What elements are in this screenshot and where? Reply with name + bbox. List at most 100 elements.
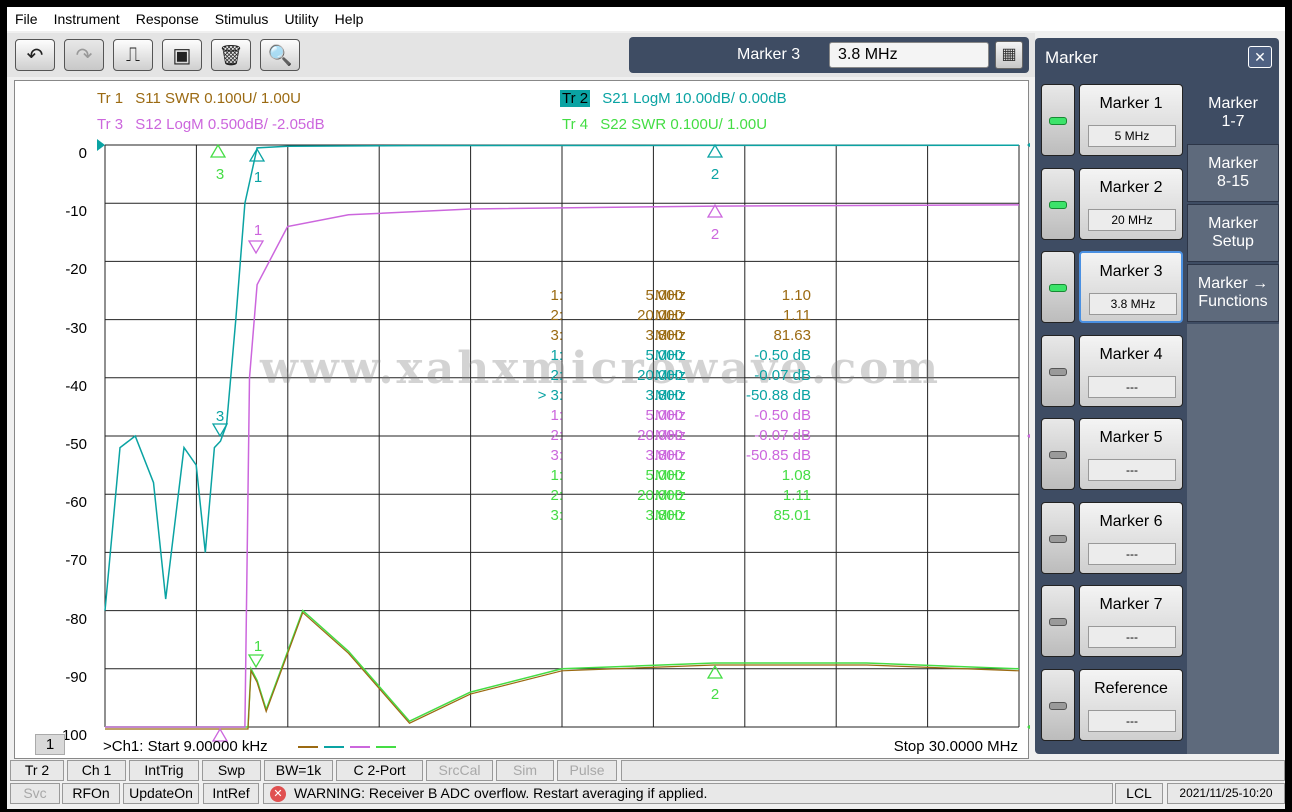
marker-readout-unit: MHz <box>655 507 686 524</box>
trace-4-header[interactable]: Tr 4 S22 SWR 0.100U/ 1.00U <box>562 116 767 133</box>
marker-readout-unit: MHz <box>655 447 686 464</box>
close-icon[interactable]: ✕ <box>1248 46 1272 68</box>
warning-text: WARNING: Receiver B ADC overflow. Restar… <box>294 785 708 801</box>
menu-file[interactable]: File <box>7 7 46 31</box>
marker-button-2[interactable]: Marker 2 20 MHz <box>1079 167 1183 240</box>
add-marker-button[interactable]: ⎍ <box>113 39 153 71</box>
status-button[interactable]: UpdateOn <box>123 783 199 804</box>
menu-help[interactable]: Help <box>327 7 372 31</box>
status-button[interactable]: Swp <box>202 760 261 781</box>
marker-button-4[interactable]: Marker 4 --- <box>1079 334 1183 407</box>
marker-entry-input[interactable]: 3.8 MHz <box>829 42 989 68</box>
marker-readout-val: 1.11 <box>782 307 811 324</box>
status-button[interactable]: RFOn <box>62 783 120 804</box>
marker-toggle-6[interactable] <box>1041 501 1075 574</box>
status-button[interactable]: C 2-Port <box>336 760 423 781</box>
marker-button-value: --- <box>1088 542 1176 565</box>
marker-readout-idx: 1: <box>550 347 563 364</box>
marker-toggle-5[interactable] <box>1041 418 1075 490</box>
zoom-button[interactable]: 🔍 <box>260 39 300 71</box>
tab-marker-4[interactable]: Marker → Functions <box>1187 264 1279 322</box>
marker-button-value: 5 MHz <box>1088 125 1176 147</box>
y-tick-label: -30 <box>65 319 87 337</box>
tab-marker-1[interactable]: Marker 1-7 <box>1187 84 1279 142</box>
marker-2-icon <box>706 143 724 158</box>
menu-stimulus[interactable]: Stimulus <box>207 7 277 31</box>
marker-readout-val: 1.10 <box>781 287 811 304</box>
status-button[interactable]: Pulse <box>557 760 617 781</box>
trace-2-header[interactable]: Tr 2 S21 LogM 10.00dB/ 0.00dB <box>560 90 787 107</box>
marker-readout-idx: 1: <box>550 407 563 424</box>
status-button[interactable]: Tr 2 <box>10 760 64 781</box>
trash-button[interactable]: 🗑 <box>211 39 251 71</box>
sweep-stop: Stop 30.0000 MHz <box>893 738 1018 755</box>
tab-marker-2[interactable]: Marker 8-15 <box>1187 144 1279 202</box>
marker-readout-idx: 1: <box>550 467 563 484</box>
status-bar-1: Tr 2 Ch 1 IntTrig Swp BW=1k C 2-Port SrcCal Sim… <box>7 759 1285 781</box>
marker-readout-row: 3: 3.800 MHz -50.85 dB <box>515 447 825 467</box>
marker-readout-row: > 3: 3.800 MHz -50.88 dB <box>515 387 825 407</box>
marker-number-label: 3 <box>216 408 224 425</box>
led-indicator-icon <box>1049 117 1067 125</box>
trace-3-header[interactable]: Tr 3 S12 LogM 0.500dB/ -2.05dB <box>97 116 325 133</box>
marker-toggle-7[interactable] <box>1041 585 1075 657</box>
marker-readout-row: 2: 20.000 MHz -0.07 dB <box>515 427 825 447</box>
marker-readout-idx: 2: <box>550 427 563 444</box>
marker-button-3[interactable]: Marker 3 3.8 MHz <box>1079 251 1183 323</box>
marker-toggle-8[interactable] <box>1041 668 1075 741</box>
marker-readout-idx: 2: <box>550 367 563 384</box>
toolbar: ↶ ↷ ⎍ ▣ 🗑 🔍 Marker 3 3.8 MHz ▦ <box>7 33 1035 77</box>
status-button[interactable]: SrcCal <box>426 760 493 781</box>
lcl-indicator[interactable]: LCL <box>1115 783 1163 804</box>
marker-number-label: 1 <box>254 638 262 655</box>
marker-readout-unit: MHz <box>655 407 686 424</box>
marker-readout-row: 2: 20.000 MHz 1.11 <box>515 307 825 327</box>
menu-response[interactable]: Response <box>128 7 207 31</box>
legend-tr4 <box>376 746 396 748</box>
marker-readout-row: 1: 5.000 MHz -0.50 dB <box>515 407 825 427</box>
keypad-icon[interactable]: ▦ <box>995 41 1023 69</box>
y-tick-label: -20 <box>65 261 87 279</box>
status-button[interactable]: BW=1k <box>264 760 333 781</box>
marker-readout-idx: 3: <box>550 447 563 464</box>
menu-utility[interactable]: Utility <box>276 7 326 31</box>
marker-button-7[interactable]: Marker 7 --- <box>1079 585 1183 657</box>
marker-panel: Marker ✕ Marker 15 MHz Marker 2 20 MHz Mark… <box>1035 38 1279 754</box>
status-button[interactable]: Ch 1 <box>67 760 126 781</box>
marker-button-8[interactable]: Reference --- <box>1079 668 1183 741</box>
undo-button[interactable]: ↶ <box>15 39 55 71</box>
marker-toggle-4[interactable] <box>1041 334 1075 407</box>
status-button[interactable]: Svc <box>10 783 60 804</box>
tab-marker-3[interactable]: Marker Setup <box>1187 204 1279 262</box>
legend-tr3 <box>350 746 370 748</box>
marker-button-value: 3.8 MHz <box>1089 293 1177 315</box>
status-button[interactable]: IntTrig <box>129 760 199 781</box>
marker-number-label: 3 <box>216 166 224 183</box>
marker-toggle-3[interactable] <box>1041 251 1075 323</box>
y-tick-label: -10 <box>65 203 87 221</box>
marker-readout-row: 3: 3.800 MHz 81.63 <box>515 327 825 347</box>
marker-button-5[interactable]: Marker 5 --- <box>1079 418 1183 490</box>
led-indicator-icon <box>1049 200 1067 209</box>
marker-button-1[interactable]: Marker 1 5 MHz <box>1079 84 1183 156</box>
status-button[interactable]: IntRef <box>203 783 259 804</box>
marker-button-value: 20 MHz <box>1088 208 1176 231</box>
marker-toggle-1[interactable] <box>1041 84 1075 156</box>
trash-icon: 🗑 <box>218 44 244 67</box>
marker-toggle-2[interactable] <box>1041 167 1075 240</box>
marker-number-label: 1 <box>254 222 262 239</box>
y-tick-label: -90 <box>65 668 87 686</box>
marker-button-label: Marker 6 <box>1099 512 1163 530</box>
marker-button-6[interactable]: Marker 6 --- <box>1079 501 1183 574</box>
cal-button[interactable]: ▣ <box>162 39 202 71</box>
redo-button[interactable]: ↷ <box>64 39 104 71</box>
led-indicator-icon <box>1049 367 1067 376</box>
marker-readout-unit: MHz <box>655 327 686 344</box>
marker-readout-row: 1: 5.000 MHz -0.50 dB <box>515 347 825 367</box>
status-button[interactable]: Sim <box>496 760 554 781</box>
menu-instrument[interactable]: Instrument <box>46 7 128 31</box>
marker-readout-val: -0.50 dB <box>754 347 811 364</box>
trace-1-header[interactable]: Tr 1 S11 SWR 0.100U/ 1.00U <box>97 90 301 107</box>
marker-readout-idx: 1: <box>550 287 563 304</box>
marker-button-label: Reference <box>1094 679 1168 697</box>
